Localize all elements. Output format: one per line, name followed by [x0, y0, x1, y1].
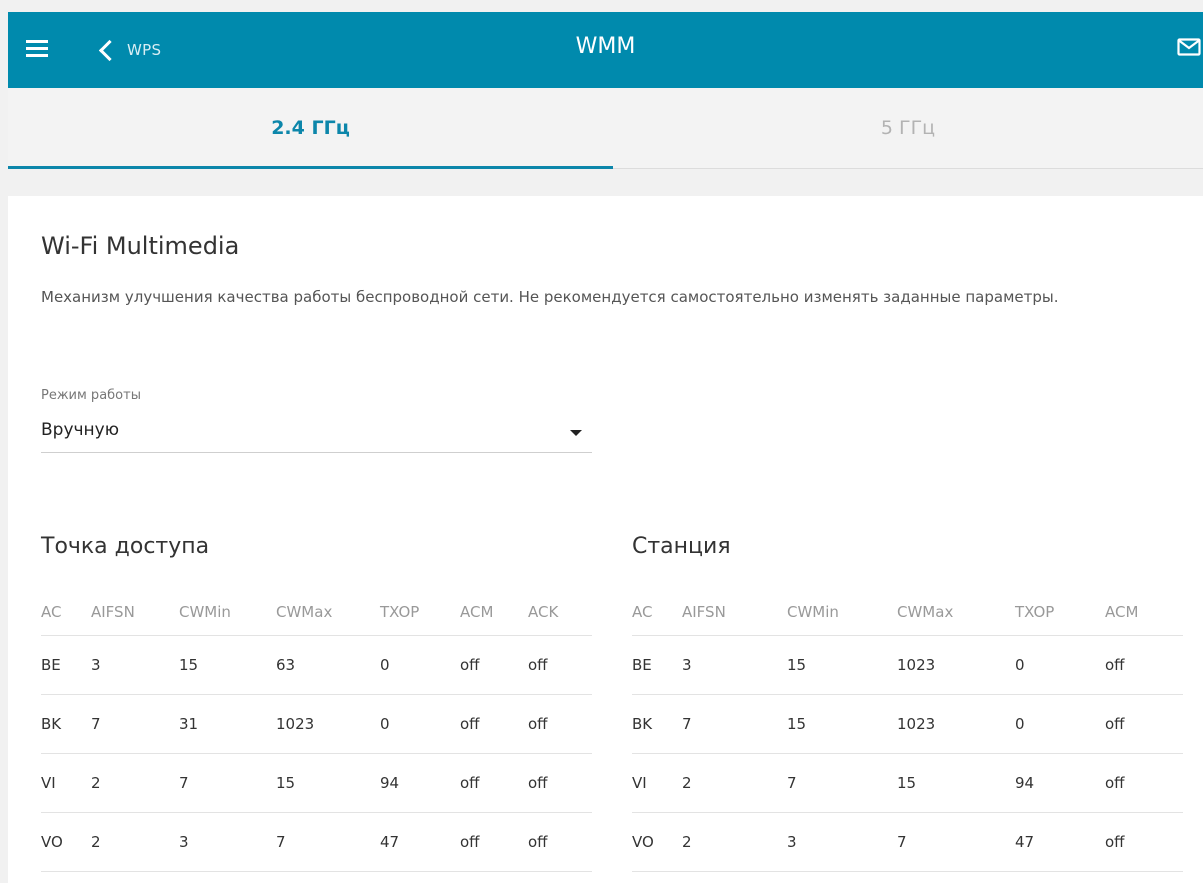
table-cell: 2: [91, 812, 179, 872]
table-cell: 63: [276, 635, 380, 695]
column-header: CWMax: [276, 589, 380, 636]
table-cell: off: [460, 812, 528, 872]
table-cell: 15: [897, 753, 1015, 813]
table-cell: VO: [632, 812, 682, 872]
table-cell: 31: [179, 694, 276, 754]
table-cell: 7: [276, 812, 380, 872]
top-bar: WPS WMM: [8, 12, 1203, 88]
table-cell: 15: [276, 753, 380, 813]
table-cell: 2: [91, 753, 179, 813]
table-cell: off: [1105, 694, 1183, 754]
table-row[interactable]: VI 2 7 15 94 off: [632, 753, 1183, 813]
station-title: Станция: [632, 534, 731, 559]
table-cell: 3: [91, 635, 179, 695]
table-cell: off: [528, 753, 592, 813]
table-cell: 1023: [897, 635, 1015, 695]
caret-down-icon: [570, 430, 582, 436]
column-header: ACK: [528, 589, 592, 636]
page-title: WMM: [575, 34, 636, 59]
column-header: ACM: [1105, 589, 1183, 636]
column-header: AC: [632, 589, 682, 636]
table-cell: 2: [682, 812, 787, 872]
table-cell: 94: [380, 753, 460, 813]
table-cell: off: [1105, 812, 1183, 872]
table-cell: off: [528, 635, 592, 695]
table-cell: 47: [1015, 812, 1105, 872]
table-cell: 1023: [276, 694, 380, 754]
table-cell: BE: [41, 635, 91, 695]
column-header: ACM: [460, 589, 528, 636]
table-row[interactable]: VO 2 3 7 47 off off: [41, 812, 592, 872]
mail-icon[interactable]: [1177, 38, 1201, 56]
table-cell: 7: [91, 694, 179, 754]
table-cell: BE: [632, 635, 682, 695]
table-cell: VO: [41, 812, 91, 872]
table-cell: off: [528, 812, 592, 872]
table-cell: 47: [380, 812, 460, 872]
table-cell: VI: [632, 753, 682, 813]
station-table: AC AIFSN CWMin CWMax TXOP ACM BE 3 15 10…: [632, 589, 1183, 872]
table-header-row: AC AIFSN CWMin CWMax TXOP ACM: [632, 589, 1183, 636]
table-row[interactable]: VO 2 3 7 47 off: [632, 812, 1183, 872]
access-point-title: Точка доступа: [41, 534, 210, 559]
column-header: CWMin: [179, 589, 276, 636]
table-cell: 2: [682, 753, 787, 813]
table-header-row: AC AIFSN CWMin CWMax TXOP ACM ACK: [41, 589, 592, 636]
column-header: TXOP: [1015, 589, 1105, 636]
table-cell: 7: [897, 812, 1015, 872]
table-cell: 7: [682, 694, 787, 754]
band-tabs: 2.4 ГГц 5 ГГц: [8, 88, 1203, 169]
table-cell: 15: [787, 694, 897, 754]
section-description: Механизм улучшения качества работы беспр…: [41, 288, 1059, 306]
tab-5ghz[interactable]: 5 ГГц: [613, 88, 1203, 168]
mode-select-value: Вручную: [41, 420, 120, 440]
table-cell: off: [1105, 753, 1183, 813]
table-cell: off: [460, 694, 528, 754]
column-header: AIFSN: [682, 589, 787, 636]
table-cell: 0: [380, 694, 460, 754]
table-cell: off: [1105, 635, 1183, 695]
table-cell: 7: [787, 753, 897, 813]
table-cell: 94: [1015, 753, 1105, 813]
table-cell: VI: [41, 753, 91, 813]
table-cell: BK: [41, 694, 91, 754]
table-cell: 15: [787, 635, 897, 695]
table-cell: 0: [380, 635, 460, 695]
table-row[interactable]: BE 3 15 1023 0 off: [632, 635, 1183, 695]
table-cell: 0: [1015, 635, 1105, 695]
column-header: CWMax: [897, 589, 1015, 636]
table-cell: 1023: [897, 694, 1015, 754]
column-header: AIFSN: [91, 589, 179, 636]
mode-select[interactable]: Вручную: [41, 412, 592, 453]
tab-2-4ghz[interactable]: 2.4 ГГц: [8, 88, 613, 169]
column-header: CWMin: [787, 589, 897, 636]
table-cell: 3: [787, 812, 897, 872]
table-cell: 0: [1015, 694, 1105, 754]
table-cell: 3: [682, 635, 787, 695]
table-cell: off: [528, 694, 592, 754]
table-row[interactable]: BK 7 31 1023 0 off off: [41, 694, 592, 754]
mode-label: Режим работы: [41, 388, 141, 403]
table-row[interactable]: VI 2 7 15 94 off off: [41, 753, 592, 813]
column-header: TXOP: [380, 589, 460, 636]
table-row[interactable]: BE 3 15 63 0 off off: [41, 635, 592, 695]
section-title: Wi-Fi Multimedia: [41, 232, 240, 260]
table-row[interactable]: BK 7 15 1023 0 off: [632, 694, 1183, 754]
column-header: AC: [41, 589, 91, 636]
wmm-panel: Wi-Fi Multimedia Механизм улучшения каче…: [8, 196, 1203, 883]
table-cell: off: [460, 635, 528, 695]
table-cell: 15: [179, 635, 276, 695]
access-point-table: AC AIFSN CWMin CWMax TXOP ACM ACK BE 3 1…: [41, 589, 592, 872]
table-cell: off: [460, 753, 528, 813]
table-cell: 7: [179, 753, 276, 813]
table-cell: BK: [632, 694, 682, 754]
table-cell: 3: [179, 812, 276, 872]
